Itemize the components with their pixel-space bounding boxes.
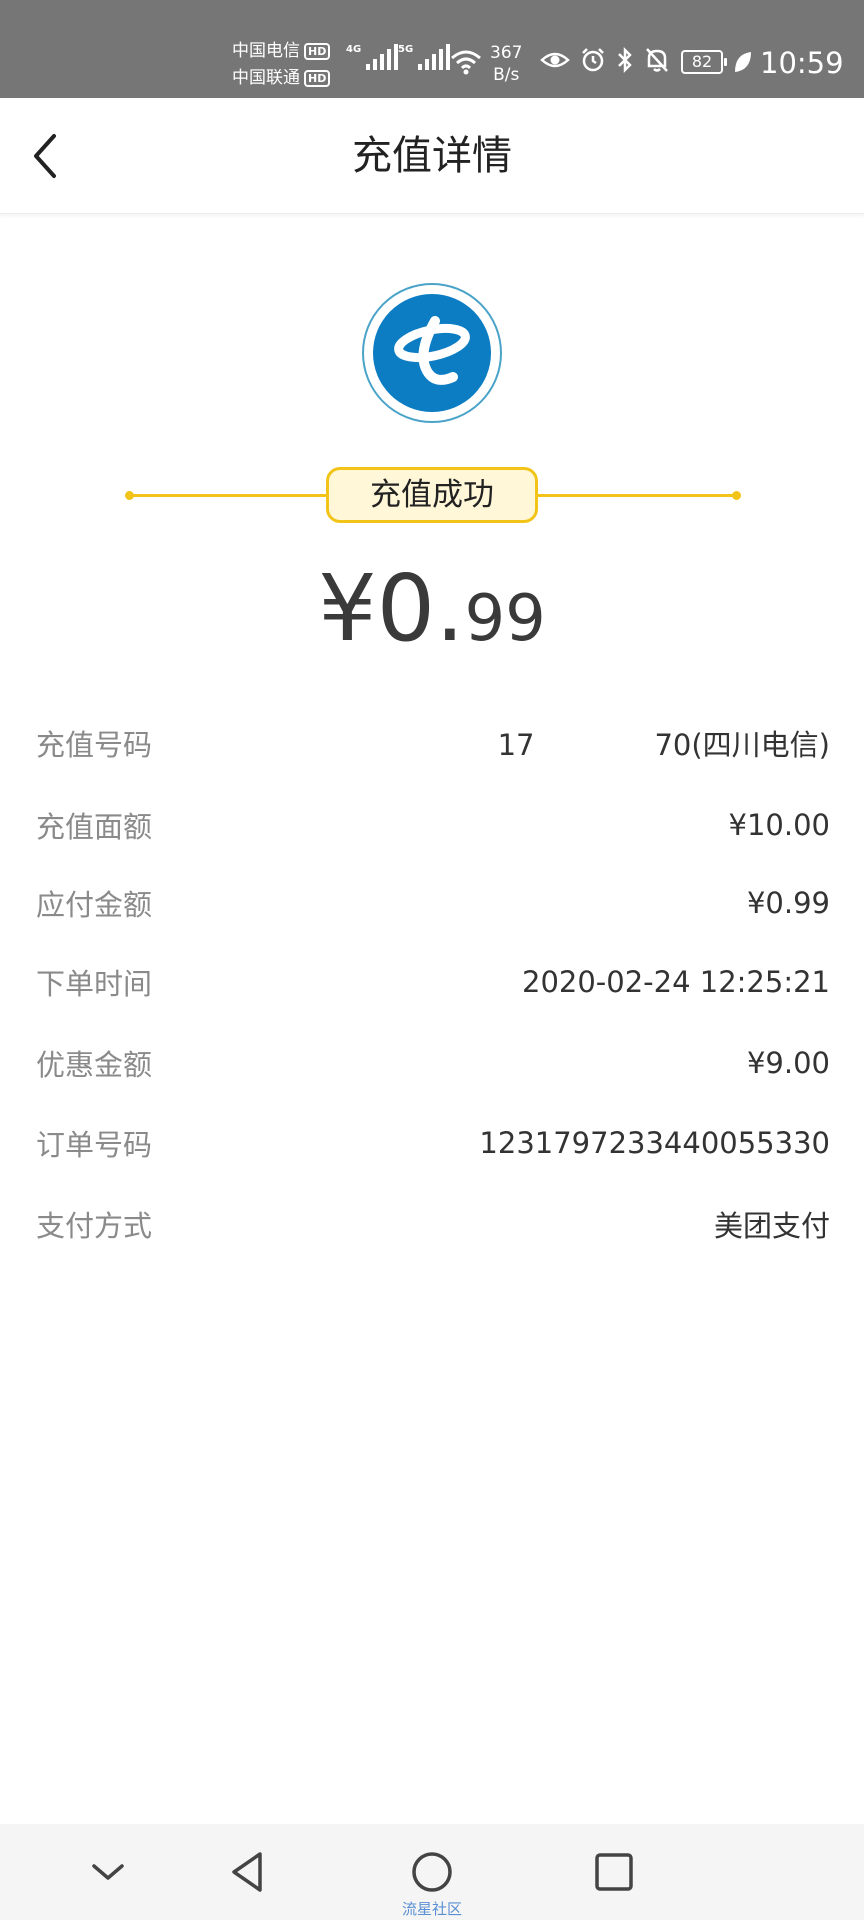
detail-value: 美团支付 <box>713 1209 830 1243</box>
detail-row-payment-method: 支付方式 美团支付 <box>36 1199 830 1249</box>
nav-back-button[interactable] <box>218 1842 278 1902</box>
detail-label: 充值号码 <box>36 728 153 762</box>
detail-value: ¥10.00 <box>728 808 830 842</box>
detail-value: ¥9.00 <box>746 1046 830 1080</box>
signal-4g-icon: 4G <box>346 44 399 70</box>
page-title: 充值详情 <box>352 133 512 179</box>
detail-label: 支付方式 <box>36 1209 153 1243</box>
back-button[interactable] <box>24 126 84 186</box>
nav-home-button[interactable] <box>402 1842 462 1902</box>
divider-dot-left <box>125 491 134 500</box>
wifi-icon <box>451 50 481 75</box>
status-bar: 中国电信 HD 中国联通 HD 4G 5G 367 B/s 82 10:59 <box>0 0 864 98</box>
bluetooth-icon <box>618 46 632 74</box>
alarm-icon <box>582 48 604 72</box>
detail-label: 订单号码 <box>36 1128 153 1162</box>
paid-amount: ¥0.99 <box>0 555 864 662</box>
detail-row-order-time: 下单时间 2020-02-24 12:25:21 <box>36 957 830 1007</box>
detail-value: 2020-02-24 12:25:21 <box>522 965 830 999</box>
eye-icon <box>540 52 570 68</box>
chevron-left-icon <box>34 134 56 178</box>
battery-icon: 82 <box>681 50 727 74</box>
detail-value: 1231797233440055330 <box>479 1126 830 1160</box>
detail-row-payable: 应付金额 ¥0.99 <box>36 878 830 928</box>
watermark-text: 流星社区 <box>401 1900 462 1918</box>
network-speed: 367 B/s <box>490 43 523 85</box>
hd-badge: HD <box>304 43 331 60</box>
carrier-2-label: 中国联通 <box>232 68 300 88</box>
carrier-1-label: 中国电信 <box>232 41 300 61</box>
detail-label: 应付金额 <box>36 888 153 922</box>
signal-5g-icon: 5G <box>398 44 451 70</box>
detail-label: 充值面额 <box>36 810 153 844</box>
square-recents-icon <box>595 1853 633 1891</box>
detail-row-face-value: 充值面额 ¥10.00 <box>36 800 830 850</box>
divider-dot-right <box>732 491 741 500</box>
detail-label: 优惠金额 <box>36 1048 153 1082</box>
detail-value: ¥0.99 <box>746 886 830 920</box>
detail-value: 17 70(四川电信) <box>497 728 830 762</box>
china-telecom-logo <box>362 283 502 423</box>
amount-decimal: 99 <box>464 582 546 656</box>
app-header: 充值详情 <box>0 98 864 214</box>
triangle-back-icon <box>232 1852 262 1892</box>
hd-badge: HD <box>304 70 331 87</box>
detail-row-phone: 充值号码 17 70(四川电信) <box>36 718 830 768</box>
amount-integer: ¥0. <box>318 555 465 662</box>
clock: 10:59 <box>760 46 844 80</box>
status-badge: 充值成功 <box>326 467 538 523</box>
mute-bell-icon <box>646 48 668 72</box>
nav-recents-button[interactable] <box>584 1842 644 1902</box>
telecom-logo-icon <box>373 294 491 412</box>
detail-row-discount: 优惠金额 ¥9.00 <box>36 1038 830 1088</box>
detail-label: 下单时间 <box>36 967 153 1001</box>
status-icons <box>540 46 670 74</box>
leaf-icon <box>735 52 751 72</box>
nav-collapse-button[interactable] <box>78 1842 138 1902</box>
chevron-down-icon <box>92 1864 124 1880</box>
carrier-info: 中国电信 HD 中国联通 HD <box>232 38 331 92</box>
detail-row-order-number: 订单号码 1231797233440055330 <box>36 1118 830 1168</box>
circle-home-icon <box>412 1852 452 1892</box>
